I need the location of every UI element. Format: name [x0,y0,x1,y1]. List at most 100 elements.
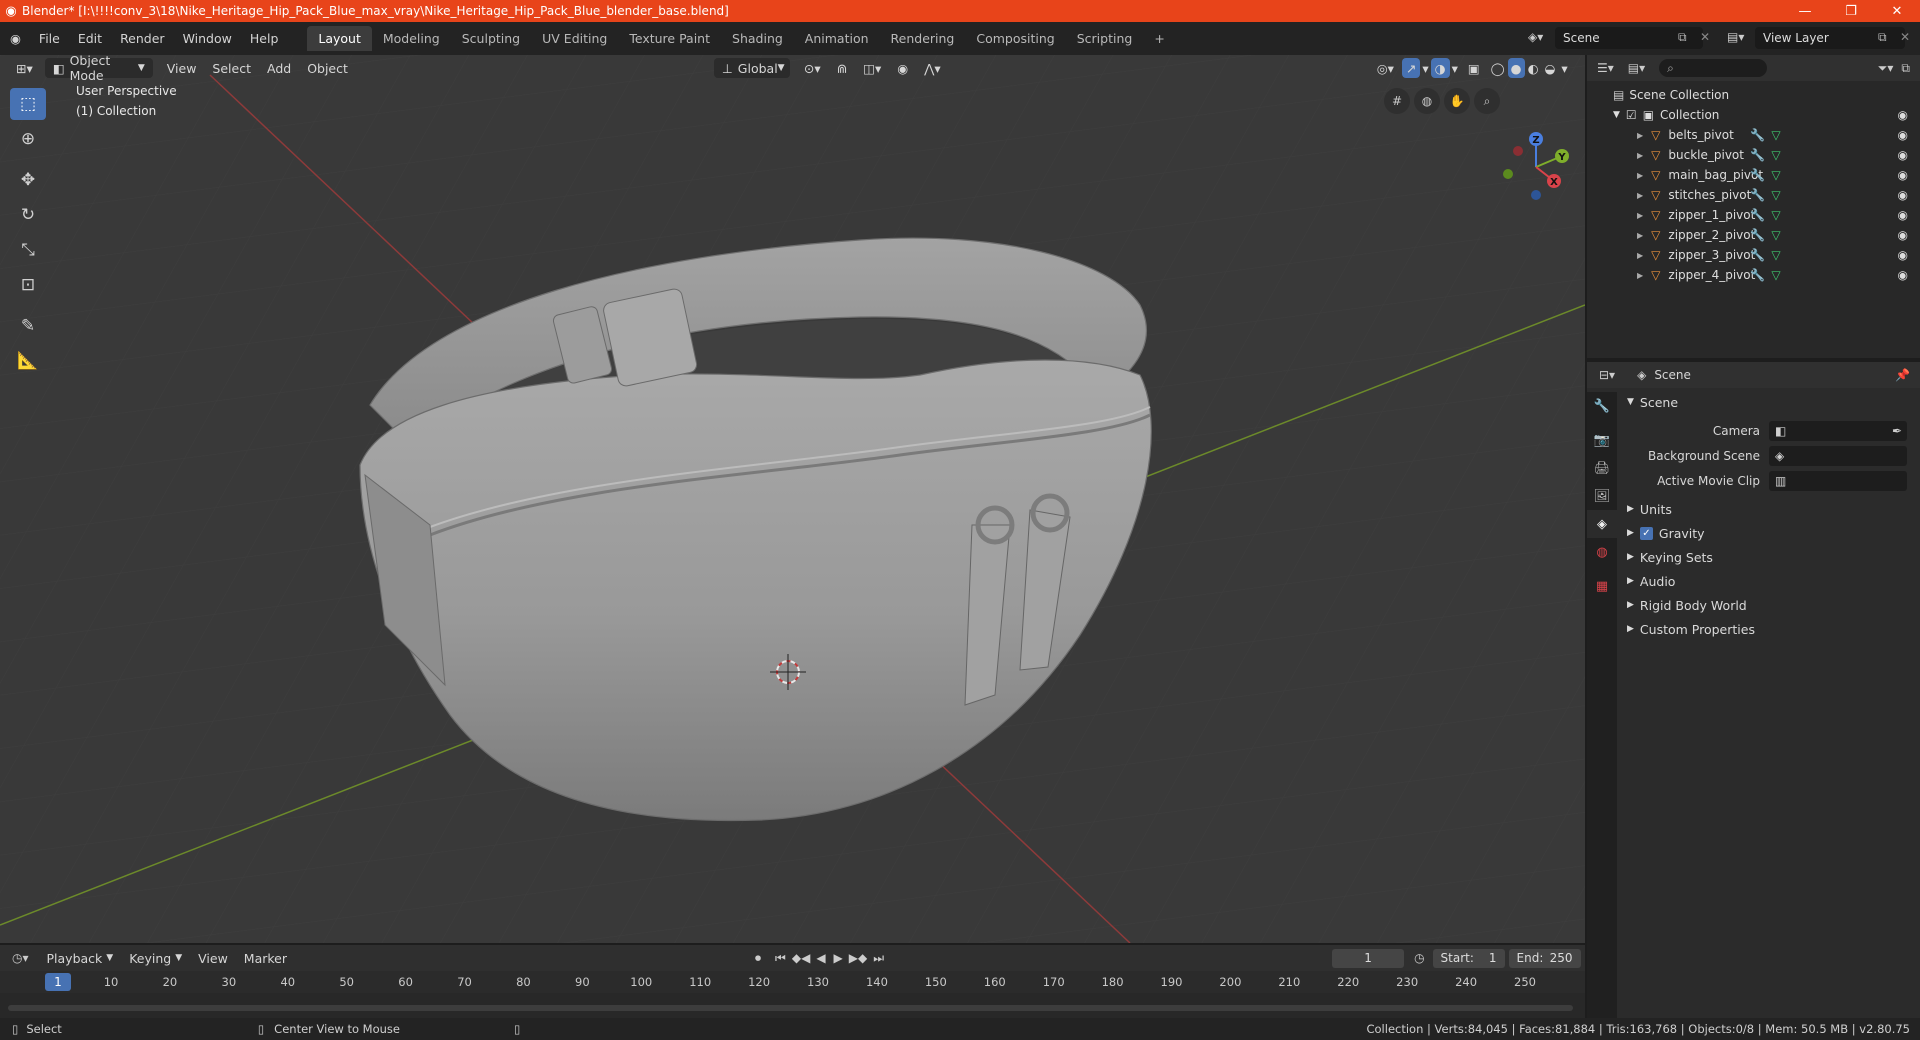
expand-arrow-icon[interactable]: ▶ [1637,131,1643,140]
display-mode-icon[interactable]: ▤▾ [1628,61,1645,75]
tab-texture-paint[interactable]: Texture Paint [618,26,721,51]
editor-type-icon[interactable]: ◷▾ [12,951,29,965]
next-keyframe-button[interactable]: ▶◆ [849,951,867,965]
preview-range-icon[interactable]: ◷ [1414,951,1424,965]
play-button[interactable]: ▶ [834,951,843,965]
menu-help[interactable]: Help [241,31,288,46]
expand-arrow-icon[interactable]: ▶ [1637,171,1643,180]
current-frame-indicator[interactable]: 1 [45,973,71,991]
delete-view-layer-icon[interactable]: ✕ [1900,30,1910,44]
timeline-ruler[interactable]: 1 10 20 30 40 50 60 70 80 90 100 110 120 130 140 150 16… [0,971,1585,993]
eyedropper-icon[interactable]: ✒ [1892,424,1902,438]
expand-arrow-icon[interactable]: ▶ [1637,211,1643,220]
outliner-scene-collection[interactable]: ▤ Scene Collection [1587,85,1920,105]
menu-object[interactable]: Object [299,58,356,78]
overlays-dropdown-icon[interactable]: ▾ [1450,58,1460,78]
new-scene-icon[interactable]: ⧉ [1678,30,1687,45]
render-tab-icon[interactable]: 📷 [1587,426,1617,454]
shading-dropdown-icon[interactable]: ▾ [1558,58,1570,78]
measure-tool-icon[interactable]: 📐 [10,345,46,377]
audio-panel-header[interactable]: ▶ Audio [1617,569,1920,593]
minimize-button[interactable]: — [1782,4,1828,19]
expand-arrow-icon[interactable]: ▶ [1637,151,1643,160]
eye-icon[interactable]: ◉ [1898,228,1908,242]
active-movie-clip-field[interactable]: ▥ [1769,470,1907,491]
pivot-point-icon[interactable]: ⊙▾ [796,58,829,78]
gravity-checkbox[interactable]: ✓ [1639,526,1653,540]
scale-tool-icon[interactable]: ⤡ [10,234,46,266]
eye-icon[interactable]: ◉ [1898,128,1908,142]
outliner-search-input[interactable]: ⌕ [1659,59,1768,77]
transform-orientation-dropdown[interactable]: ⊥ Global ▼ [713,58,790,78]
eye-icon[interactable]: ◉ [1898,108,1908,122]
menu-window[interactable]: Window [174,31,241,46]
xray-toggle-icon[interactable]: ▣ [1460,58,1488,78]
outliner-collection[interactable]: ▼ ☑ ▣ Collection ◉ [1587,105,1920,125]
tab-modeling[interactable]: Modeling [372,26,451,51]
menu-render[interactable]: Render [111,31,174,46]
eye-icon[interactable]: ◉ [1898,208,1908,222]
units-panel-header[interactable]: ▶ Units [1617,497,1920,521]
menu-view[interactable]: View [159,58,205,78]
delete-scene-icon[interactable]: ✕ [1700,30,1710,44]
rotate-tool-icon[interactable]: ↻ [10,199,46,231]
new-view-layer-icon[interactable]: ⧉ [1878,30,1887,45]
scene-selector-icon[interactable]: ◈▾ [1528,30,1543,44]
tab-scripting[interactable]: Scripting [1066,26,1144,51]
jump-start-button[interactable]: ⏮ [775,951,786,966]
eye-icon[interactable]: ◉ [1898,168,1908,182]
custom-properties-panel-header[interactable]: ▶ Custom Properties [1617,617,1920,641]
view-layer-icon[interactable]: ▤▾ [1727,30,1744,44]
texture-tab-icon[interactable]: ▦ [1587,572,1617,600]
tab-compositing[interactable]: Compositing [965,26,1065,51]
collection-checkbox[interactable]: ☑ [1626,108,1637,122]
camera-view-icon[interactable]: ◍ [1414,88,1440,114]
outliner-item[interactable]: ▶ ▽ stitches_pivot 🔧 ▽ ◉ [1587,185,1920,205]
gravity-panel-header[interactable]: ▶ ✓ Gravity [1617,521,1920,545]
zoom-view-icon[interactable]: ⌕ [1474,88,1500,114]
outliner-item[interactable]: ▶ ▽ belts_pivot 🔧 ▽ ◉ [1587,125,1920,145]
snap-target-icon[interactable]: ◫▾ [855,58,889,78]
keying-sets-panel-header[interactable]: ▶ Keying Sets [1617,545,1920,569]
expand-arrow-icon[interactable]: ▶ [1637,191,1643,200]
menu-file[interactable]: File [30,31,69,46]
object-mode-dropdown[interactable]: ◧ Object Mode ▼ [44,55,153,83]
transform-tool-icon[interactable]: ⊡ [10,269,46,301]
new-collection-icon[interactable]: ⧉ [1901,61,1910,76]
filter-icon[interactable]: ⏷▾ [1878,61,1894,76]
record-button[interactable]: ⏺ [755,951,761,966]
shading-wireframe-icon[interactable]: ◯ [1488,58,1508,78]
eye-icon[interactable]: ◉ [1898,148,1908,162]
gizmos-toggle-icon[interactable]: ↗ [1401,58,1421,78]
3d-viewport[interactable]: Z Y X ⊞▾ ◧ Object Mode ▼ View Select Add… [0,55,1585,943]
add-workspace-icon[interactable]: + [1143,26,1175,51]
playback-menu[interactable]: Playback ▼ [39,948,122,968]
shading-material-icon[interactable]: ◐ [1525,58,1542,78]
menu-edit[interactable]: Edit [69,31,111,46]
menu-add[interactable]: Add [259,58,299,78]
pin-icon[interactable]: 📌 [1895,368,1910,382]
shading-solid-icon[interactable]: ● [1507,58,1525,78]
cursor-tool-icon[interactable]: ⊕ [10,123,46,155]
toggle-grid-view-icon[interactable]: # [1384,88,1410,114]
tab-animation[interactable]: Animation [794,26,880,51]
current-frame-field[interactable]: 1 [1332,948,1405,968]
scene-panel-header[interactable]: ▼ Scene [1617,390,1920,414]
camera-field[interactable]: ◧ ✒ [1769,420,1907,441]
tab-layout[interactable]: Layout [307,26,372,51]
output-tab-icon[interactable]: 🖨 [1587,454,1617,482]
world-tab-icon[interactable]: ◍ [1587,538,1617,566]
gizmos-dropdown-icon[interactable]: ▾ [1420,58,1430,78]
prev-keyframe-button[interactable]: ◆◀ [792,951,810,965]
menu-select[interactable]: Select [204,58,259,78]
select-box-tool-icon[interactable]: ⬚ [10,88,46,120]
close-button[interactable]: ✕ [1874,4,1920,19]
tool-tab-icon[interactable]: 🔧 [1587,392,1617,420]
editor-type-icon[interactable]: ⊞▾ [8,58,41,78]
timeline-editor[interactable]: ◷▾ Playback ▼ Keying ▼ View Marker ⏺ ⏮ ◆… [0,945,1585,1018]
keying-menu[interactable]: Keying ▼ [121,948,190,968]
proportional-falloff-icon[interactable]: ⋀▾ [916,58,949,78]
start-frame-field[interactable]: Start: 1 [1432,948,1505,968]
tab-sculpting[interactable]: Sculpting [451,26,531,51]
expand-arrow-icon[interactable]: ▶ [1637,251,1643,260]
